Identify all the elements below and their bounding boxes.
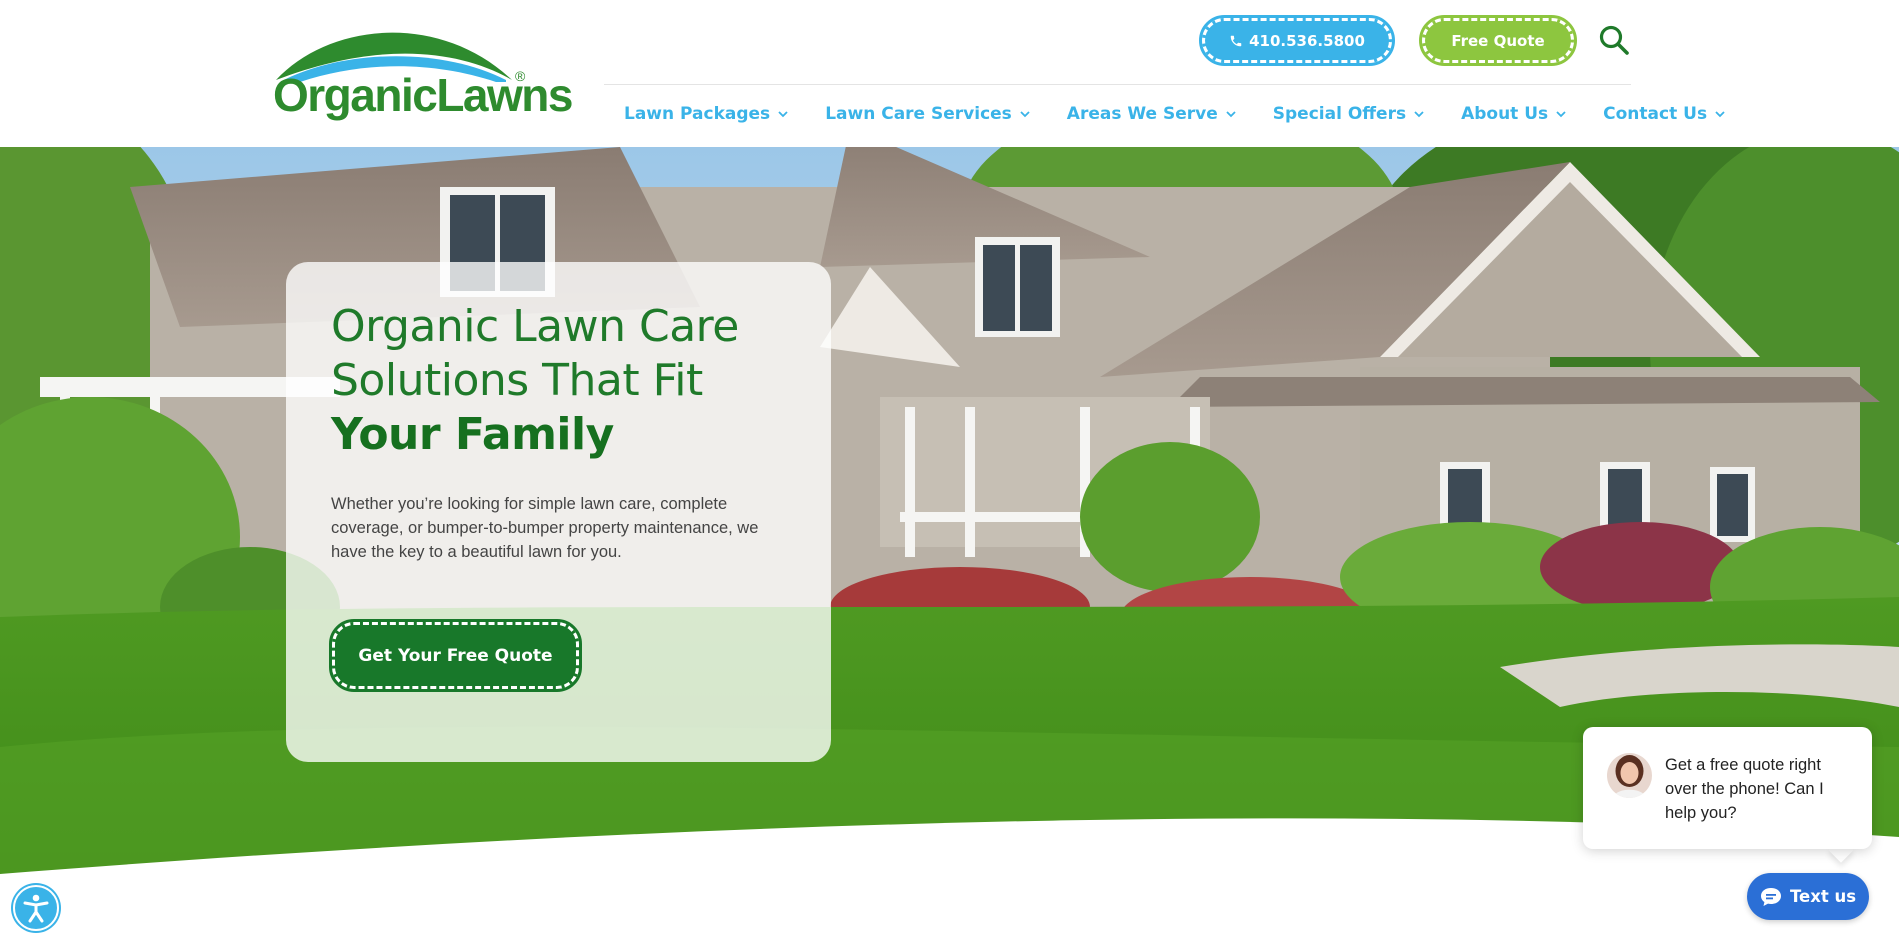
free-quote-label: Free Quote: [1451, 31, 1545, 50]
hero-title-line-1: Organic Lawn Care: [331, 301, 739, 352]
site-header: OrganicLawns ® 410.536.5800 Free Quote L…: [0, 0, 1899, 147]
nav-item-label: Lawn Packages: [624, 104, 771, 124]
text-us-label: Text us: [1789, 887, 1857, 906]
hero-title-line-3: Your Family: [331, 409, 614, 460]
text-us-button[interactable]: Text us: [1747, 873, 1869, 920]
chevron-down-icon: [1226, 111, 1236, 118]
nav-item-label: About Us: [1461, 104, 1549, 124]
nav-item-label: Contact Us: [1603, 104, 1708, 124]
phone-icon: [1230, 35, 1242, 46]
phone-button[interactable]: 410.536.5800: [1199, 15, 1395, 66]
chevron-down-icon: [778, 111, 788, 118]
nav-item-about-us[interactable]: About Us: [1461, 102, 1566, 126]
cta-label: Get Your Free Quote: [358, 645, 553, 666]
accessibility-button[interactable]: [13, 885, 59, 931]
search-icon: [1599, 25, 1629, 55]
nav-item-label: Areas We Serve: [1066, 104, 1218, 124]
avatar-icon: [1607, 753, 1652, 798]
hero-title-line-2: Solutions That Fit: [331, 355, 703, 406]
accessibility-icon: [23, 894, 49, 923]
chevron-down-icon: [1020, 111, 1030, 118]
chevron-down-icon: [1715, 111, 1725, 118]
hero-description: Whether you’re looking for simple lawn c…: [331, 495, 759, 561]
logo-wordmark: OrganicLawns: [273, 69, 573, 121]
search-button[interactable]: [1598, 24, 1630, 56]
nav-item-label: Special Offers: [1272, 104, 1407, 124]
chat-agent-avatar: [1607, 753, 1652, 798]
nav-divider: [604, 84, 1631, 85]
free-quote-button[interactable]: Free Quote: [1419, 15, 1577, 66]
nav-item-label: Lawn Care Services: [825, 104, 1012, 124]
logo-registered-mark: ®: [515, 68, 526, 84]
hero-title: Organic Lawn Care Solutions That Fit You…: [331, 300, 811, 462]
nav-item-special-offers[interactable]: Special Offers: [1273, 102, 1424, 126]
phone-number: 410.536.5800: [1249, 31, 1365, 50]
nav-item-contact-us[interactable]: Contact Us: [1603, 102, 1725, 126]
get-free-quote-button[interactable]: Get Your Free Quote: [329, 619, 582, 692]
chat-icon: [1760, 887, 1781, 906]
chevron-down-icon: [1556, 111, 1566, 118]
nav-item-areas-we-serve[interactable]: Areas We Serve: [1067, 102, 1236, 126]
site-logo[interactable]: OrganicLawns ®: [270, 16, 573, 121]
main-nav: Lawn Packages Lawn Care Services Areas W…: [624, 102, 1725, 126]
chevron-down-icon: [1414, 111, 1424, 118]
chat-message: Get a free quote right over the phone! C…: [1665, 756, 1824, 822]
nav-item-lawn-care-services[interactable]: Lawn Care Services: [825, 102, 1030, 126]
nav-item-lawn-packages[interactable]: Lawn Packages: [624, 102, 788, 126]
